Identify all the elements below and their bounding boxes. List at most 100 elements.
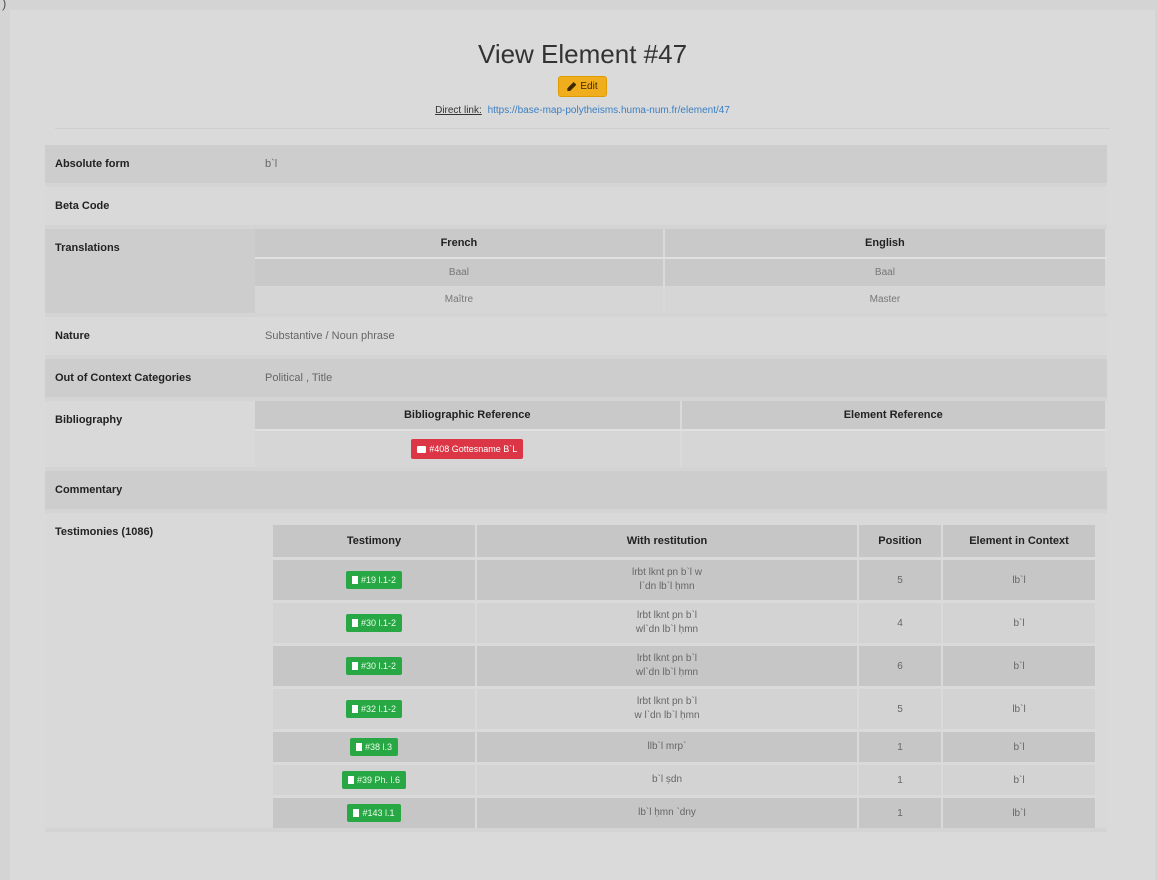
direct-link-label: Direct link: bbox=[435, 105, 482, 116]
position-cell: 4 bbox=[858, 600, 943, 645]
testimony-row: #143 l.1 lb`l ḥmn `dny 1 lb`l bbox=[273, 795, 1097, 828]
element-in-context-cell: b`l bbox=[942, 762, 1097, 797]
position-cell: 1 bbox=[858, 729, 943, 764]
position-cell: 1 bbox=[858, 795, 943, 828]
page-title: View Element #47 bbox=[477, 39, 688, 69]
direct-link[interactable]: https://base-map-polytheisms.huma-num.fr… bbox=[488, 105, 730, 116]
position-cell: 5 bbox=[858, 686, 943, 731]
testimony-button[interactable]: #32 l.1-2 bbox=[345, 700, 403, 718]
testimony-row: #38 l.3 llb`l mrp` 1 b`l bbox=[273, 729, 1097, 764]
translations-table: French English Baal Baal Maître Master bbox=[255, 229, 1108, 313]
element-in-context-cell: lb`l bbox=[942, 557, 1097, 602]
divider bbox=[55, 128, 1110, 129]
document-icon bbox=[347, 776, 354, 784]
testimony-row: #39 Ph. l.6 b`l ṣdn 1 b`l bbox=[273, 762, 1097, 797]
restitution-line: wl`dn lb`l ḥmn bbox=[635, 624, 699, 635]
edit-button-label: Edit bbox=[580, 81, 598, 92]
restitution-cell: b`l ṣdn bbox=[476, 762, 859, 797]
restitution-cell: llb`l mrp` bbox=[476, 729, 859, 764]
edit-button[interactable]: Edit bbox=[558, 76, 607, 97]
row-absolute-form: Absolute form b`l bbox=[45, 145, 1107, 185]
value-absolute-form: b`l bbox=[265, 158, 278, 170]
label-beta-code: Beta Code bbox=[55, 200, 110, 212]
label-absolute-form: Absolute form bbox=[55, 158, 130, 170]
element-in-context-cell: lb`l bbox=[942, 795, 1097, 828]
restitution-line: lrbt lknt pn b`l bbox=[636, 696, 698, 707]
testimony-row: #19 l.1-2 lrbt lknt pn b`l w l`dn lb`l ḥmn… bbox=[273, 557, 1097, 602]
pencil-icon bbox=[567, 82, 577, 91]
position-cell: 1 bbox=[858, 762, 943, 797]
label-bibliography: Bibliography bbox=[55, 414, 123, 426]
position-cell: 6 bbox=[858, 643, 943, 688]
restitution-cell: lrbt lknt pn b`l wl`dn lb`l ḥmn bbox=[476, 600, 859, 645]
document-icon bbox=[353, 809, 360, 817]
testimony-button[interactable]: #39 Ph. l.6 bbox=[341, 771, 407, 789]
label-testimonies: Testimonies (1086) bbox=[55, 526, 154, 538]
label-commentary: Commentary bbox=[55, 484, 123, 496]
row-out-of-context: Out of Context Categories Political , Ti… bbox=[45, 357, 1107, 399]
book-icon bbox=[417, 445, 427, 453]
testimony-button[interactable]: #30 l.1-2 bbox=[345, 614, 403, 632]
header-element-reference: Element Reference bbox=[680, 401, 1107, 431]
element-in-context-cell: lb`l bbox=[942, 686, 1097, 731]
translation-french: Baal bbox=[255, 258, 665, 286]
testimony-button[interactable]: #143 l.1 bbox=[347, 804, 401, 822]
testimony-row: #30 l.1-2 lrbt lknt pn b`l wl`dn lb`l ḥmn 6… bbox=[273, 643, 1097, 688]
header-english: English bbox=[663, 229, 1108, 259]
value-commentary bbox=[255, 471, 1107, 497]
header-french: French bbox=[255, 229, 665, 259]
element-detail-table: Absolute form b`l Beta Code Translations… bbox=[45, 145, 1108, 832]
testimony-row: #30 l.1-2 lrbt lknt pn b`l wl`dn lb`l ḥmn 4… bbox=[273, 600, 1097, 645]
header-with-restitution: With restitution bbox=[476, 525, 859, 559]
row-testimonies: Testimonies (1086) Testimony With restit… bbox=[45, 511, 1107, 830]
document-icon bbox=[351, 705, 358, 713]
restitution-line: llb`l mrp` bbox=[647, 741, 687, 752]
document-icon bbox=[355, 743, 362, 751]
translation-row: Maître Master bbox=[255, 286, 1108, 313]
value-beta-code bbox=[255, 187, 1107, 213]
restitution-line: lb`l ḥmn `dny bbox=[638, 807, 696, 818]
testimonies-table: Testimony With restitution Position Elem… bbox=[273, 525, 1097, 828]
restitution-line: wl`dn lb`l ḥmn bbox=[635, 667, 699, 678]
bibliography-reference-button[interactable]: #408 Gottesname B`L bbox=[411, 439, 524, 459]
translation-english: Master bbox=[663, 286, 1108, 313]
bibliography-reference-label: #408 Gottesname B`L bbox=[429, 444, 518, 454]
testimony-row: #32 l.1-2 lrbt lknt pn b`l w l`dn lb`l ḥmn… bbox=[273, 686, 1097, 731]
element-in-context-cell: b`l bbox=[942, 729, 1097, 764]
testimony-label: #19 l.1-2 bbox=[360, 575, 397, 585]
header-element-in-context: Element in Context bbox=[942, 525, 1097, 559]
testimony-label: #32 l.1-2 bbox=[360, 704, 397, 714]
document-icon bbox=[351, 576, 358, 584]
restitution-cell: lrbt lknt pn b`l w l`dn lb`l ḥmn bbox=[476, 557, 859, 602]
testimony-label: #38 l.3 bbox=[364, 742, 393, 752]
testimony-label: #143 l.1 bbox=[362, 808, 395, 818]
testimony-button[interactable]: #19 l.1-2 bbox=[345, 571, 403, 589]
translation-english: Baal bbox=[663, 258, 1108, 286]
restitution-line: l`dn lb`l ḥmn bbox=[639, 581, 695, 592]
testimony-label: #39 Ph. l.6 bbox=[356, 775, 401, 785]
restitution-line: lrbt lknt pn b`l bbox=[636, 653, 698, 664]
row-nature: Nature Substantive / Noun phrase bbox=[45, 315, 1107, 357]
element-reference-value bbox=[680, 430, 1107, 467]
row-translations: Translations French English Baal Baal Ma… bbox=[45, 227, 1108, 315]
corner-mark: ) bbox=[2, 0, 7, 11]
header-testimony: Testimony bbox=[273, 525, 477, 559]
restitution-line: lrbt lknt pn b`l bbox=[636, 610, 698, 621]
position-cell: 5 bbox=[858, 557, 943, 602]
row-bibliography: Bibliography Bibliographic Reference Ele… bbox=[45, 399, 1107, 469]
testimony-label: #30 l.1-2 bbox=[360, 618, 397, 628]
restitution-line: w l`dn lb`l ḥmn bbox=[634, 710, 700, 721]
restitution-line: b`l ṣdn bbox=[651, 774, 682, 785]
element-in-context-cell: b`l bbox=[942, 600, 1097, 645]
restitution-cell: lrbt lknt pn b`l w l`dn lb`l ḥmn bbox=[476, 686, 859, 731]
document-icon bbox=[351, 662, 358, 670]
translation-french: Maître bbox=[255, 286, 665, 313]
header-bibliographic-reference: Bibliographic Reference bbox=[255, 401, 682, 431]
document-icon bbox=[351, 619, 358, 627]
bibliography-table: Bibliographic Reference Element Referenc… bbox=[255, 401, 1107, 467]
row-beta-code: Beta Code bbox=[45, 185, 1107, 227]
testimony-button[interactable]: #30 l.1-2 bbox=[345, 657, 403, 675]
testimony-button[interactable]: #38 l.3 bbox=[349, 738, 399, 756]
translation-row: Baal Baal bbox=[255, 258, 1108, 286]
value-out-of-context: Political , Title bbox=[265, 372, 333, 384]
